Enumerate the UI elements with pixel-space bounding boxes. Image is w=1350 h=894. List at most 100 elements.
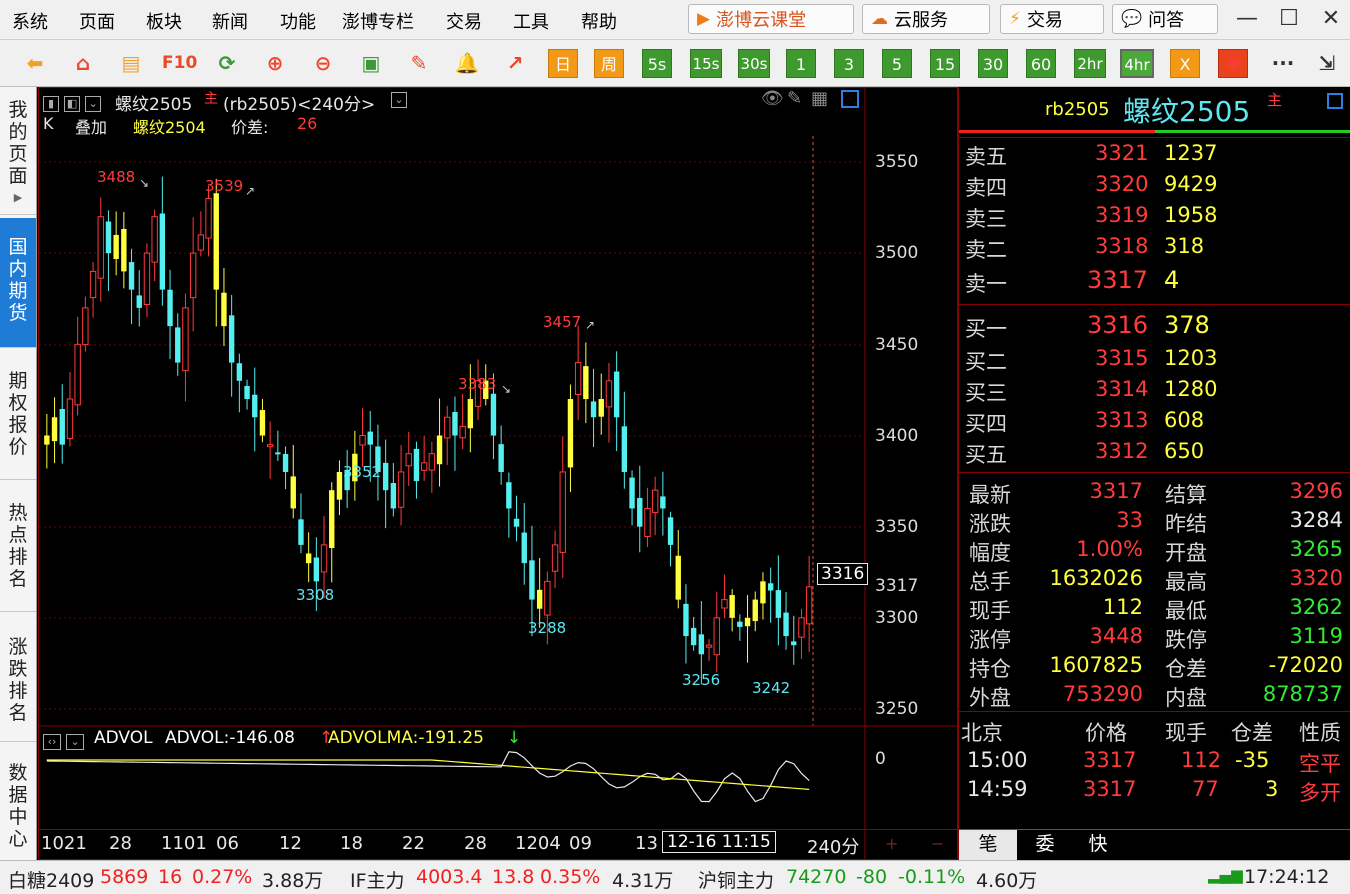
menu-function[interactable]: 功能 <box>280 8 316 34</box>
divider <box>959 711 1350 712</box>
trend-chart-icon[interactable]: ↗ <box>498 47 532 79</box>
close-icon[interactable]: ✕ <box>1314 4 1348 34</box>
back-arrow-icon[interactable]: ⬅ <box>18 47 52 79</box>
bid-price[interactable]: 3312 <box>1095 439 1148 463</box>
zoom-out-icon[interactable]: ⊖ <box>306 47 340 79</box>
period-30s[interactable]: 30s <box>738 49 770 78</box>
ticks-header-price: 价格 <box>1085 721 1127 745</box>
single-button[interactable]: 单 <box>1218 49 1248 78</box>
period-day[interactable]: 日 <box>548 49 578 78</box>
candle-body <box>89 270 97 299</box>
date-tick: 1204 <box>515 833 561 854</box>
cloud-service-button[interactable]: ☁ 云服务 <box>862 4 990 34</box>
sidebar-item-options[interactable]: 期权报价 <box>0 350 36 480</box>
expand-arrow-icon: ▶ <box>13 191 23 204</box>
sidebar-item-data-center[interactable]: 数据中心 <box>0 744 36 860</box>
bid-price[interactable]: 3314 <box>1095 377 1148 401</box>
ask-price[interactable]: 3317 <box>1087 266 1148 294</box>
candle-body <box>266 444 274 448</box>
advolma-line <box>46 759 810 790</box>
ask-price[interactable]: 3319 <box>1095 203 1148 227</box>
menu-page[interactable]: 页面 <box>79 8 115 34</box>
x-button[interactable]: X <box>1170 49 1200 78</box>
tab-orders[interactable]: 委 <box>1017 830 1073 860</box>
stat-value: 753290 <box>1062 682 1143 706</box>
candle-body <box>390 482 397 509</box>
bid-row-3: 买三 3314 1280 <box>959 375 1350 406</box>
tab-trades[interactable]: 笔 <box>959 830 1017 860</box>
sidebar-item-domestic-futures[interactable]: 国内期货 <box>0 218 36 348</box>
period-15m[interactable]: 15 <box>930 49 960 78</box>
ticker-name[interactable]: 白糖2409 <box>8 866 94 893</box>
candle-body <box>629 477 635 509</box>
period-3m[interactable]: 3 <box>834 49 864 78</box>
peak-label: 3383 <box>458 375 497 393</box>
menu-news[interactable]: 新闻 <box>212 8 248 34</box>
period-5m[interactable]: 5 <box>882 49 912 78</box>
stat-row: 涨停 3448 跌停 3119 <box>959 622 1350 653</box>
period-5s[interactable]: 5s <box>642 49 672 78</box>
menu-tools[interactable]: 工具 <box>513 8 549 34</box>
notes-icon[interactable]: ▤ <box>114 47 148 79</box>
date-tick: 12 <box>279 833 302 854</box>
stat-value: 3448 <box>1089 624 1143 648</box>
candle-body <box>113 234 119 260</box>
qa-button[interactable]: 💬 问答 <box>1112 4 1218 34</box>
f10-button[interactable]: F10 <box>162 47 197 79</box>
period-2hr[interactable]: 2hr <box>1074 49 1106 78</box>
peak-label: 3488 <box>97 168 136 186</box>
maximize-panel-icon[interactable] <box>1327 93 1343 109</box>
zoom-out-icon[interactable]: − <box>931 834 944 853</box>
ask-price[interactable]: 3321 <box>1095 141 1148 165</box>
zoom-in-icon[interactable]: + <box>885 834 898 853</box>
menu-trade[interactable]: 交易 <box>446 8 482 34</box>
bid-ask-bar-red <box>959 130 1155 133</box>
sidebar-item-my-page[interactable]: 我的页面 ▶ <box>0 93 36 215</box>
sidebar-item-hot-ranking[interactable]: 热点排名 <box>0 482 36 612</box>
indicator-switch-icon[interactable]: ‹› <box>43 734 61 750</box>
tab-quick[interactable]: 快 <box>1073 830 1123 860</box>
ticker-name[interactable]: 沪铜主力 <box>698 866 774 893</box>
trade-button[interactable]: ⚡ 交易 <box>1000 4 1104 34</box>
candle-body <box>329 490 335 548</box>
quote-panel: rb2505 螺纹2505 主 卖五 3321 1237 卖四 3320 942… <box>958 87 1350 860</box>
sidebar-item-change-ranking[interactable]: 涨跌排名 <box>0 614 36 742</box>
crosshair-time-marker: 12-16 11:15 <box>662 831 776 853</box>
zoom-in-icon[interactable]: ⊕ <box>258 47 292 79</box>
window-icon[interactable]: ▣ <box>354 47 388 79</box>
period-label: 240分 <box>807 837 860 858</box>
price-tick: 3400 <box>875 426 919 446</box>
bid-price[interactable]: 3315 <box>1095 346 1148 370</box>
bid-price[interactable]: 3316 <box>1087 311 1148 339</box>
period-1m[interactable]: 1 <box>786 49 816 78</box>
menu-sector[interactable]: 板块 <box>146 8 182 34</box>
ask-price[interactable]: 3320 <box>1095 172 1148 196</box>
minimize-icon[interactable]: — <box>1230 4 1264 34</box>
classroom-button[interactable]: ▶ 澎博云课堂 <box>688 4 854 34</box>
pen-icon[interactable]: ✎ <box>402 47 436 79</box>
period-4hr[interactable]: 4hr <box>1120 49 1154 78</box>
period-week[interactable]: 周 <box>594 49 624 78</box>
menu-system[interactable]: 系统 <box>12 8 48 34</box>
maximize-icon[interactable]: ☐ <box>1272 4 1306 34</box>
menu-column[interactable]: 澎博专栏 <box>342 8 414 34</box>
candle-body <box>189 252 197 299</box>
more-button[interactable]: ··· <box>1266 47 1300 79</box>
ask-price[interactable]: 3318 <box>1095 234 1148 258</box>
period-15s[interactable]: 15s <box>690 49 722 78</box>
stat-label: 持仓 <box>969 657 1011 681</box>
period-60m[interactable]: 60 <box>1026 49 1056 78</box>
chevron-down-icon[interactable]: ⌄ <box>66 734 85 750</box>
ticker-name[interactable]: IF主力 <box>350 866 405 893</box>
export-icon[interactable]: ⇲ <box>1310 47 1344 79</box>
candle-body <box>182 307 189 372</box>
period-30m[interactable]: 30 <box>978 49 1008 78</box>
candle-body <box>413 448 420 482</box>
advolma-arrow: ↓ <box>507 728 522 748</box>
alert-bell-icon[interactable]: 🔔 <box>450 47 484 79</box>
menu-help[interactable]: 帮助 <box>581 8 617 34</box>
home-icon[interactable]: ⌂ <box>66 47 100 79</box>
bid-price[interactable]: 3313 <box>1095 408 1148 432</box>
refresh-icon[interactable]: ⟳ <box>210 47 244 79</box>
candle-body <box>252 394 258 418</box>
